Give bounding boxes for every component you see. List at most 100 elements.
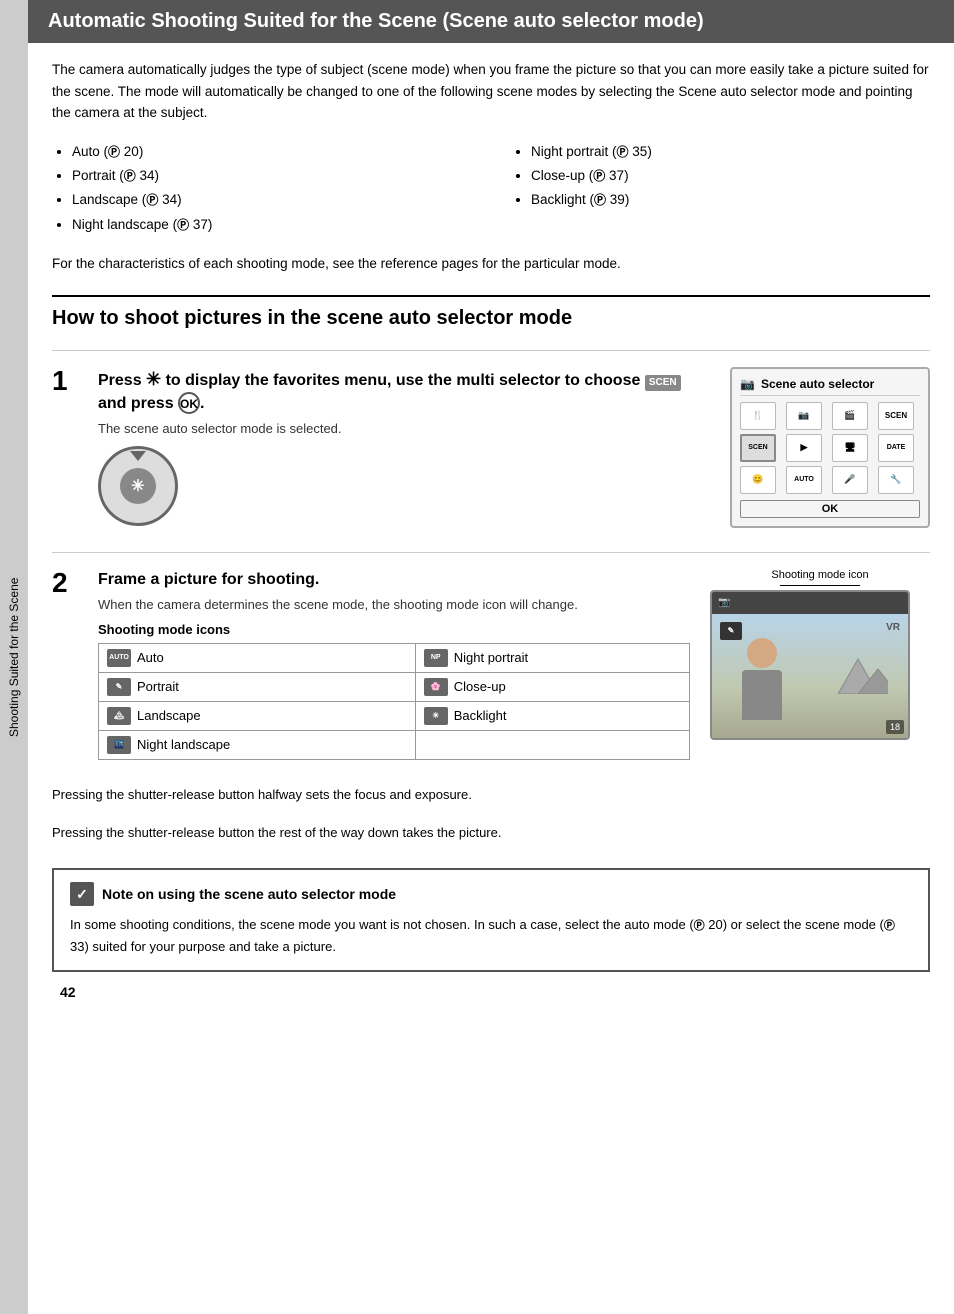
note-box: ✓ Note on using the scene auto selector … <box>52 868 930 972</box>
step-1-row: Press ✳ to display the favorites menu, u… <box>98 367 930 528</box>
cell-content: NP Night portrait <box>424 649 681 667</box>
viewfinder: 📷 ✎ VR <box>710 590 910 740</box>
cell-content: 🏔 Landscape <box>107 707 407 725</box>
ok-bar: OK <box>740 500 920 518</box>
menu-title-text: Scene auto selector <box>761 377 874 391</box>
vr-label: VR <box>886 622 900 633</box>
menu-cell: 🖥 <box>832 434 868 462</box>
icons-table: AUTO Auto NP Night portrait <box>98 643 690 760</box>
page-container: Shooting Suited for the Scene Automatic … <box>0 0 954 1314</box>
list-item: Auto (Ⓟ 20) <box>72 140 471 164</box>
table-cell: ✎ Portrait <box>99 672 416 701</box>
table-row: 🌃 Night landscape <box>99 730 690 759</box>
step-1-number: 1 <box>52 367 82 528</box>
cell-content: ✎ Portrait <box>107 678 407 696</box>
table-cell: 🏔 Landscape <box>99 701 416 730</box>
cell-content: 🌸 Close-up <box>424 678 681 696</box>
backlight-icon: ☀ <box>424 707 448 725</box>
vf-background-detail <box>828 644 888 694</box>
table-cell: NP Night portrait <box>415 643 689 672</box>
mountains-svg <box>828 644 888 694</box>
bullet-list-left: Auto (Ⓟ 20) Portrait (Ⓟ 34) Landscape (Ⓟ… <box>52 140 471 237</box>
menu-cell: ▶ <box>786 434 822 462</box>
vf-person <box>732 638 792 728</box>
camera-menu-title: 📷 Scene auto selector <box>740 377 920 396</box>
portrait-icon: ✎ <box>107 678 131 696</box>
table-row: 🏔 Landscape ☀ Backlight <box>99 701 690 730</box>
ok-button-icon: OK <box>178 392 200 414</box>
night-portrait-icon: NP <box>424 649 448 667</box>
intro-text: The camera automatically judges the type… <box>52 59 930 124</box>
menu-cell: 🎤 <box>832 466 868 494</box>
step-2-content: Frame a picture for shooting. When the c… <box>98 569 930 760</box>
menu-cell: DATE <box>878 434 914 462</box>
bottom-text-2: Pressing the shutter-release button the … <box>52 822 930 844</box>
cell-content: 🌃 Night landscape <box>107 736 407 754</box>
note-text: In some shooting conditions, the scene m… <box>70 914 912 958</box>
note-checkmark-icon: ✓ <box>70 882 94 906</box>
vf-person-head <box>747 638 777 668</box>
menu-cell: 🎬 <box>832 402 868 430</box>
table-cell: AUTO Auto <box>99 643 416 672</box>
asterisk-icon: ✳ <box>146 369 161 389</box>
ref-icon-2: Ⓟ <box>884 920 895 932</box>
icons-table-title: Shooting mode icons <box>98 622 690 637</box>
note-title: ✓ Note on using the scene auto selector … <box>70 882 912 906</box>
vf-top-bar: 📷 <box>712 592 908 614</box>
list-item: Night portrait (Ⓟ 35) <box>531 140 930 164</box>
step-1-image: 📷 Scene auto selector 🍴 📷 🎬 SCEN SCEN <box>730 367 930 528</box>
step-2-number: 2 <box>52 569 82 760</box>
arrow-down-icon <box>130 451 146 461</box>
table-cell: 🌸 Close-up <box>415 672 689 701</box>
scene-icon: SCEN <box>645 375 681 391</box>
step-1-content: Press ✳ to display the favorites menu, u… <box>98 367 930 528</box>
menu-cell: 🍴 <box>740 402 776 430</box>
shooting-mode-label: Shooting mode icon <box>710 569 930 581</box>
side-tab: Shooting Suited for the Scene <box>0 0 28 1314</box>
ref-icon-1: Ⓟ <box>694 920 705 932</box>
table-cell <box>415 730 689 759</box>
step-1-text: Press ✳ to display the favorites menu, u… <box>98 367 710 527</box>
cell-content: AUTO Auto <box>107 649 407 667</box>
note-title-text: Note on using the scene auto selector mo… <box>102 886 396 902</box>
step-2-row: Frame a picture for shooting. When the c… <box>98 569 930 760</box>
bullet-col-left: Auto (Ⓟ 20) Portrait (Ⓟ 34) Landscape (Ⓟ… <box>52 140 471 237</box>
bullet-list-right: Night portrait (Ⓟ 35) Close-up (Ⓟ 37) Ba… <box>511 140 930 213</box>
night-landscape-label: Night landscape <box>137 737 230 752</box>
main-content: Automatic Shooting Suited for the Scene … <box>28 0 954 1314</box>
camera-icon: 📷 <box>740 377 755 391</box>
side-tab-label: Shooting Suited for the Scene <box>7 577 21 736</box>
page-bottom: 42 <box>28 972 954 1012</box>
step-1: 1 Press ✳ to display the favorites menu,… <box>52 350 930 528</box>
step-1-desc: The scene auto selector mode is selected… <box>98 421 710 436</box>
frame-count-value: 18 <box>890 722 900 732</box>
camera-menu-box: 📷 Scene auto selector 🍴 📷 🎬 SCEN SCEN <box>730 367 930 528</box>
closeup-icon: 🌸 <box>424 678 448 696</box>
step-2-right: Shooting mode icon 📷 ✎ VR <box>710 569 930 760</box>
menu-cell: 📷 <box>786 402 822 430</box>
page-header: Automatic Shooting Suited for the Scene … <box>28 0 954 43</box>
page-title: Automatic Shooting Suited for the Scene … <box>48 10 934 33</box>
multi-selector-icon: ✳ <box>98 446 178 526</box>
bottom-text-1: Pressing the shutter-release button half… <box>52 784 930 806</box>
table-cell: ☀ Backlight <box>415 701 689 730</box>
section-heading: How to shoot pictures in the scene auto … <box>52 295 930 330</box>
list-item: Portrait (Ⓟ 34) <box>72 164 471 188</box>
landscape-icon: 🏔 <box>107 707 131 725</box>
vf-camera-icon: 📷 <box>718 597 730 608</box>
step-2-title: Frame a picture for shooting. <box>98 569 690 591</box>
step-2-desc: When the camera determines the scene mod… <box>98 597 690 612</box>
menu-cell: AUTO <box>786 466 822 494</box>
camera-menu-grid: 🍴 📷 🎬 SCEN SCEN ▶ 🖥 DATE 😊 AUTO <box>740 402 920 494</box>
vf-person-body <box>742 670 782 720</box>
cell-content: ☀ Backlight <box>424 707 681 725</box>
table-cell: 🌃 Night landscape <box>99 730 416 759</box>
list-item: Night landscape (Ⓟ 37) <box>72 213 471 237</box>
content-area: The camera automatically judges the type… <box>28 59 954 972</box>
menu-cell: 😊 <box>740 466 776 494</box>
bullet-columns: Auto (Ⓟ 20) Portrait (Ⓟ 34) Landscape (Ⓟ… <box>52 140 930 237</box>
vf-line-indicator <box>780 585 860 586</box>
vf-body: ✎ VR <box>712 614 908 738</box>
step-1-title: Press ✳ to display the favorites menu, u… <box>98 367 710 416</box>
night-landscape-icon: 🌃 <box>107 736 131 754</box>
